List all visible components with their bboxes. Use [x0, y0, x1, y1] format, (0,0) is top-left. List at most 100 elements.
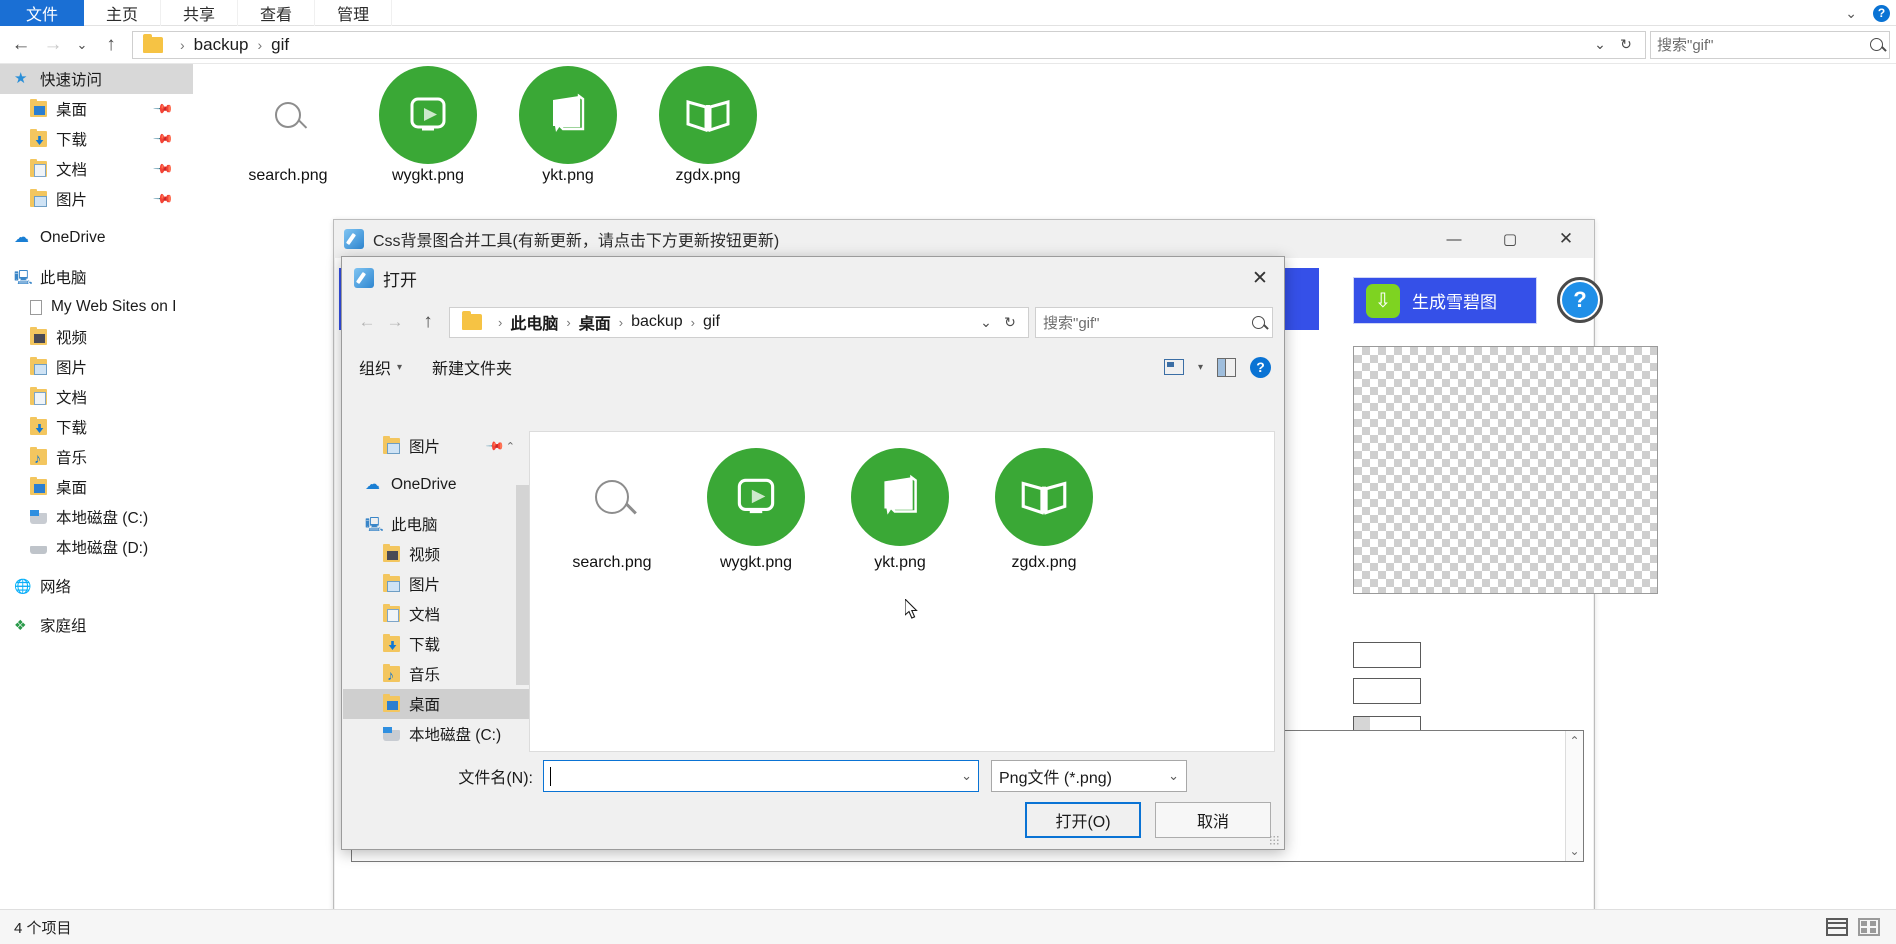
open-file-dialog[interactable]: 打开 ✕ ← → ↑ › 此电脑 › 桌面 › backup › gif ⌄ ↻… [341, 256, 1285, 850]
pin-icon[interactable]: 📌 [485, 436, 505, 456]
dialog-close-button[interactable]: ✕ [1236, 257, 1284, 299]
pin-icon[interactable]: 📌 [152, 188, 174, 211]
dialog-navigation-pane[interactable]: 图片 📌 ⌃ ☁ OneDrive 🖳 此电脑 视频 图片 文档 下载 ♪ 音乐… [343, 431, 529, 752]
dialog-sidebar-item-pictures[interactable]: 图片 📌 ⌃ [343, 431, 529, 461]
cancel-button[interactable]: 取消 [1155, 802, 1271, 838]
dialog-file-item-wygkt-png[interactable]: wygkt.png [684, 446, 828, 572]
sidebar-item-pictures[interactable]: 图片 📌 [0, 184, 193, 214]
maximize-button[interactable]: ▢ [1482, 220, 1538, 258]
dialog-sidebar-item-this-pc[interactable]: 🖳 此电脑 [343, 509, 529, 539]
breadcrumb-gif[interactable]: gif [271, 35, 289, 55]
sidebar-item-drive-d[interactable]: 本地磁盘 (D:) [0, 532, 193, 562]
forward-button[interactable]: → [38, 30, 68, 60]
output-scrollbar[interactable]: ⌃ ⌄ [1565, 731, 1583, 861]
organize-button[interactable]: 组织 ▾ [359, 355, 402, 379]
dialog-breadcrumb-this-pc[interactable]: 此电脑 [510, 310, 558, 334]
dialog-file-item-search-png[interactable]: search.png [540, 446, 684, 572]
dialog-nav-scrollbar-thumb[interactable] [516, 485, 529, 685]
sprite-preview-canvas[interactable] [1353, 346, 1658, 594]
dialog-path-field[interactable]: › 此电脑 › 桌面 › backup › gif ⌄ ↻ [449, 306, 1029, 338]
sidebar-item-desktop-pc[interactable]: 桌面 [0, 472, 193, 502]
sidebar-item-desktop[interactable]: 桌面 📌 [0, 94, 193, 124]
dialog-sidebar-item-onedrive[interactable]: ☁ OneDrive [343, 470, 529, 500]
app-field-1[interactable] [1353, 642, 1421, 668]
resize-grip[interactable] [1269, 835, 1279, 845]
large-icons-view-icon[interactable] [1858, 918, 1880, 936]
dialog-sidebar-item-downloads[interactable]: 下载 [343, 629, 529, 659]
scroll-up-icon[interactable]: ⌃ [1569, 734, 1579, 748]
refresh-icon[interactable]: ↻ [1613, 36, 1639, 53]
dialog-sidebar-item-music[interactable]: 音乐 [343, 659, 529, 689]
ribbon-help-icon[interactable]: ? [1873, 4, 1890, 22]
dialog-refresh-icon[interactable]: ↻ [998, 314, 1022, 331]
dialog-breadcrumb-desktop[interactable]: 桌面 [579, 310, 611, 334]
sidebar-item-videos[interactable]: 视频 [0, 322, 193, 352]
explorer-search-input[interactable]: 搜索"gif" [1650, 30, 1890, 59]
open-button[interactable]: 打开(O) [1025, 802, 1141, 838]
ribbon-tab-view[interactable]: 查看 [238, 0, 316, 26]
dialog-sidebar-item-desktop[interactable]: 桌面 [343, 689, 529, 719]
recent-locations-chevron-down-icon[interactable]: ⌄ [70, 30, 94, 60]
dialog-file-item-zgdx-png[interactable]: zgdx.png [972, 446, 1116, 572]
view-layout-icon[interactable] [1163, 359, 1184, 375]
ribbon-tab-manage[interactable]: 管理 [315, 0, 393, 26]
dialog-breadcrumb-gif[interactable]: gif [703, 313, 720, 331]
ribbon-expand-chevron-down-icon[interactable]: ⌄ [1845, 5, 1857, 22]
up-button[interactable]: ↑ [96, 30, 126, 60]
scroll-up-icon[interactable]: ⌃ [506, 440, 515, 453]
dialog-breadcrumb-backup[interactable]: backup [631, 313, 683, 331]
sidebar-item-my-web-sites[interactable]: My Web Sites on I [0, 292, 193, 322]
minimize-button[interactable]: — [1426, 220, 1482, 258]
dialog-file-list[interactable]: search.png wygkt.png ykt.png zgdx.png [529, 431, 1275, 752]
file-item-zgdx-png[interactable]: zgdx.png [638, 66, 778, 185]
ribbon-tab-file[interactable]: 文件 [0, 0, 85, 26]
filetype-select[interactable]: Png文件 (*.png) ⌄ [991, 760, 1187, 792]
dialog-sidebar-item-drive-c[interactable]: 本地磁盘 (C:) [343, 719, 529, 749]
generate-sprite-button[interactable]: ⇩ 生成雪碧图 [1353, 277, 1537, 324]
dialog-sidebar-item-pictures-pc[interactable]: 图片 [343, 569, 529, 599]
ribbon-tab-share[interactable]: 共享 [161, 0, 239, 26]
sidebar-item-documents[interactable]: 文档 📌 [0, 154, 193, 184]
explorer-navigation-pane[interactable]: ★ 快速访问 桌面 📌 下载 📌 文档 📌 图片 📌 ☁ OneDrive 🖳 … [0, 64, 193, 909]
app-help-button[interactable]: ? [1557, 277, 1603, 323]
address-path-field[interactable]: › backup › gif ⌄ ↻ [132, 30, 1646, 59]
close-button[interactable]: ✕ [1538, 220, 1594, 258]
address-history-chevron-down-icon[interactable]: ⌄ [1587, 36, 1613, 53]
pin-icon[interactable]: 📌 [152, 158, 174, 181]
dialog-forward-button[interactable]: → [381, 308, 409, 336]
dialog-up-button[interactable]: ↑ [413, 308, 443, 336]
file-item-wygkt-png[interactable]: wygkt.png [358, 66, 498, 185]
back-button[interactable]: ← [6, 30, 36, 60]
app-window-title-bar[interactable]: Css背景图合并工具(有新更新，请点击下方更新按钮更新) — ▢ ✕ [334, 220, 1594, 258]
scroll-down-icon[interactable]: ⌄ [1569, 844, 1579, 858]
sidebar-item-drive-c[interactable]: 本地磁盘 (C:) [0, 502, 193, 532]
sidebar-item-pictures-pc[interactable]: 图片 [0, 352, 193, 382]
sidebar-item-network[interactable]: 🌐 网络 [0, 571, 193, 601]
dialog-search-input[interactable]: 搜索"gif" [1035, 306, 1273, 338]
breadcrumb-backup[interactable]: backup [194, 35, 249, 55]
new-folder-button[interactable]: 新建文件夹 [432, 355, 512, 379]
dialog-back-button[interactable]: ← [353, 308, 381, 336]
file-item-ykt-png[interactable]: ykt.png [498, 66, 638, 185]
sidebar-item-onedrive[interactable]: ☁ OneDrive [0, 223, 193, 253]
dialog-history-chevron-down-icon[interactable]: ⌄ [974, 314, 998, 331]
dialog-sidebar-item-videos[interactable]: 视频 [343, 539, 529, 569]
sidebar-item-this-pc[interactable]: 🖳 此电脑 [0, 262, 193, 292]
details-view-icon[interactable] [1826, 918, 1848, 936]
sidebar-item-homegroup[interactable]: ❖ 家庭组 [0, 610, 193, 640]
sidebar-item-music[interactable]: 音乐 [0, 442, 193, 472]
sidebar-item-downloads-pc[interactable]: 下载 [0, 412, 193, 442]
file-item-search-png[interactable]: search.png [218, 69, 358, 185]
dialog-sidebar-item-documents[interactable]: 文档 [343, 599, 529, 629]
filename-input[interactable]: ⌄ [543, 760, 979, 792]
ribbon-tab-home[interactable]: 主页 [84, 0, 162, 26]
pin-icon[interactable]: 📌 [152, 128, 174, 151]
app-field-2[interactable] [1353, 678, 1421, 704]
dialog-file-item-ykt-png[interactable]: ykt.png [828, 446, 972, 572]
pin-icon[interactable]: 📌 [152, 98, 174, 121]
dialog-title-bar[interactable]: 打开 ✕ [342, 257, 1284, 299]
help-icon[interactable]: ? [1250, 356, 1271, 378]
sidebar-item-downloads[interactable]: 下载 📌 [0, 124, 193, 154]
sidebar-item-documents-pc[interactable]: 文档 [0, 382, 193, 412]
view-chevron-down-icon[interactable]: ▾ [1198, 362, 1203, 373]
